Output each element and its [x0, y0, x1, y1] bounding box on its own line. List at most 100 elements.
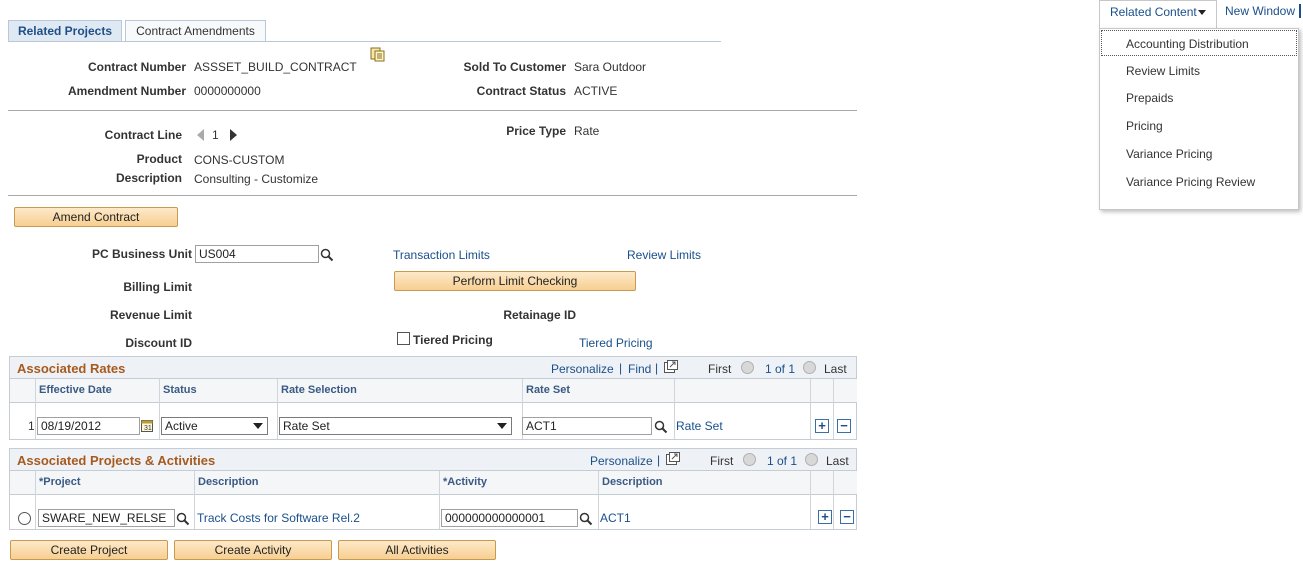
column-header — [674, 379, 857, 403]
new-window-link[interactable]: New Window — [1225, 4, 1295, 18]
next-page-icon[interactable] — [803, 361, 816, 374]
column-header: Description — [194, 471, 439, 495]
column-header — [10, 379, 35, 403]
grid-title: Associated Rates — [17, 361, 126, 376]
menu-item-pricing[interactable]: Pricing — [1126, 119, 1163, 133]
tab-contract-amendments[interactable]: Contract Amendments — [125, 20, 266, 42]
menu-item-review-limits[interactable]: Review Limits — [1126, 64, 1200, 78]
view-all-icon[interactable] — [664, 360, 678, 373]
search-icon[interactable] — [654, 420, 668, 434]
add-row-button[interactable]: + — [815, 419, 829, 433]
tiered-pricing-link[interactable]: Tiered Pricing — [579, 336, 653, 350]
delete-row-button[interactable]: − — [837, 419, 851, 433]
divider — [674, 379, 675, 439]
divider — [833, 471, 834, 529]
rate-set-link[interactable]: Rate Set — [676, 419, 723, 433]
menu-item-prepaids[interactable]: Prepaids — [1126, 91, 1173, 105]
tiered-pricing-checkbox[interactable] — [397, 332, 410, 345]
personalize-link[interactable]: Personalize — [551, 362, 614, 376]
prev-line-icon[interactable] — [197, 129, 204, 141]
prev-page-icon[interactable] — [743, 453, 756, 466]
rate-selection-value: Rate Set — [283, 419, 330, 433]
first-label[interactable]: First — [708, 362, 731, 376]
product-label: Product — [136, 152, 182, 166]
rate-selection-select[interactable]: Rate Set — [279, 417, 512, 435]
divider — [35, 471, 36, 529]
column-label: *Activity — [443, 476, 488, 488]
search-icon[interactable] — [320, 248, 334, 262]
last-label[interactable]: Last — [824, 362, 847, 376]
divider — [810, 471, 811, 529]
add-row-button[interactable]: + — [818, 510, 832, 524]
column-label: Description — [602, 476, 663, 488]
create-activity-button[interactable]: Create Activity — [174, 540, 332, 560]
prev-page-icon[interactable] — [741, 361, 754, 374]
grid-header: Associated Rates Personalize | Find | Fi… — [10, 357, 856, 379]
perform-limit-checking-button[interactable]: Perform Limit Checking — [394, 271, 636, 291]
discount-id-label: Discount ID — [125, 336, 192, 350]
view-all-icon[interactable] — [666, 452, 680, 465]
divider — [277, 379, 278, 439]
next-line-icon[interactable] — [230, 129, 237, 141]
divider — [194, 471, 195, 529]
contract-status-label: Contract Status — [476, 84, 566, 98]
menu-item-variance-pricing[interactable]: Variance Pricing — [1126, 147, 1212, 161]
next-page-icon[interactable] — [805, 453, 818, 466]
row-number: 1 — [28, 419, 35, 433]
column-header: Effective Date — [35, 379, 159, 403]
paging-label: 1 of 1 — [765, 362, 796, 376]
tab-related-projects[interactable]: Related Projects — [8, 20, 122, 42]
create-project-button[interactable]: Create Project — [10, 540, 168, 560]
billing-limit-label: Billing Limit — [123, 280, 192, 294]
activity-input[interactable]: 000000000000001 — [441, 509, 578, 527]
menu-item-accounting-distribution[interactable]: Accounting Distribution — [1101, 30, 1297, 56]
sold-to-label: Sold To Customer — [463, 60, 566, 74]
pc-business-unit-input[interactable]: US004 — [195, 245, 319, 263]
separator: | — [655, 361, 659, 375]
project-description-link[interactable]: Track Costs for Software Rel.2 — [197, 511, 360, 525]
contract-number-value: ASSSET_BUILD_CONTRACT — [194, 60, 357, 74]
column-header: *Project — [35, 471, 194, 495]
activity-description-link[interactable]: ACT1 — [600, 511, 631, 525]
status-select[interactable]: Active — [161, 417, 268, 435]
amendment-number-value: 0000000000 — [194, 84, 261, 98]
delete-row-button[interactable]: − — [840, 510, 854, 524]
paging-label: 1 of 1 — [767, 454, 798, 468]
related-content-menu: Accounting Distribution Review Limits Pr… — [1099, 28, 1299, 210]
rate-set-input[interactable]: ACT1 — [522, 417, 652, 435]
menu-item-label: Accounting Distribution — [1126, 37, 1249, 51]
calendar-icon[interactable]: 31 — [141, 419, 154, 432]
search-icon[interactable] — [176, 512, 190, 526]
personalize-link[interactable]: Personalize — [590, 454, 653, 468]
last-label[interactable]: Last — [826, 454, 849, 468]
revenue-limit-label: Revenue Limit — [109, 308, 192, 322]
svg-text:31: 31 — [144, 425, 152, 432]
divider — [159, 379, 160, 439]
effective-date-input[interactable]: 08/19/2012 — [37, 417, 140, 435]
review-limits-link[interactable]: Review Limits — [627, 248, 701, 262]
find-link[interactable]: Find — [628, 362, 651, 376]
chevron-down-icon — [1198, 10, 1206, 15]
separator — [1299, 4, 1301, 18]
grid-title: Associated Projects & Activities — [17, 453, 216, 468]
contract-line-label: Contract Line — [104, 128, 182, 142]
column-header: Rate Set — [522, 379, 674, 403]
related-content-button[interactable]: Related Content — [1099, 0, 1217, 29]
column-header: Rate Selection — [277, 379, 522, 403]
search-icon[interactable] — [579, 512, 593, 526]
tiered-pricing-checkbox-label: Tiered Pricing — [413, 333, 493, 347]
contract-number-label: Contract Number — [87, 60, 186, 74]
menu-item-variance-pricing-review[interactable]: Variance Pricing Review — [1126, 175, 1255, 189]
description-label: Description — [115, 171, 182, 185]
column-label: *Project — [39, 476, 81, 488]
chevron-down-icon — [253, 423, 263, 429]
amend-contract-button[interactable]: Amend Contract — [14, 207, 178, 227]
transaction-limits-link[interactable]: Transaction Limits — [393, 248, 490, 262]
first-label[interactable]: First — [710, 454, 733, 468]
row-radio[interactable] — [18, 512, 31, 525]
project-input[interactable]: SWARE_NEW_RELSE — [38, 509, 175, 527]
column-label: Effective Date — [39, 384, 112, 396]
contract-detail-icon[interactable] — [370, 47, 385, 62]
related-content-label: Related Content — [1110, 5, 1197, 19]
all-activities-button[interactable]: All Activities — [338, 540, 496, 560]
